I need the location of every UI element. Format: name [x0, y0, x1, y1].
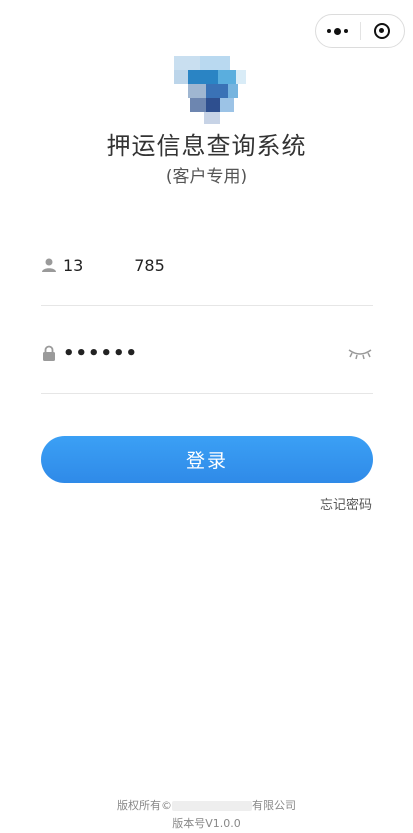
app-title: 押运信息查询系统 — [106, 132, 307, 160]
login-button[interactable]: 登录 — [41, 436, 373, 483]
lock-icon — [41, 345, 57, 361]
user-icon — [41, 257, 57, 273]
copyright-line: 版权所有© 有限公司 — [0, 797, 413, 815]
version-text: 版本号V1.0.0 — [172, 817, 241, 830]
copyright-prefix: 版权所有© — [117, 799, 172, 812]
forgot-password-link[interactable]: 忘记密码 — [320, 494, 372, 513]
miniprogram-capsule — [315, 14, 405, 48]
more-dots-icon — [327, 27, 349, 35]
footer: 版权所有© 有限公司 版本号V1.0.0 — [0, 797, 413, 833]
copyright-suffix: 有限公司 — [252, 799, 296, 812]
password-underline — [41, 393, 373, 394]
eye-closed-icon[interactable] — [347, 345, 373, 361]
password-field[interactable]: •••••• — [41, 333, 373, 373]
more-button[interactable] — [316, 15, 360, 47]
app-logo — [174, 56, 250, 126]
username-field[interactable]: 13 785 — [41, 245, 373, 285]
close-button[interactable] — [361, 15, 405, 47]
username-underline — [41, 305, 373, 306]
app-subtitle: (客户专用) — [165, 167, 248, 187]
target-icon — [374, 23, 391, 39]
password-value: •••••• — [63, 342, 139, 364]
username-value: 13 785 — [63, 255, 165, 275]
redacted-company-name — [172, 801, 252, 811]
